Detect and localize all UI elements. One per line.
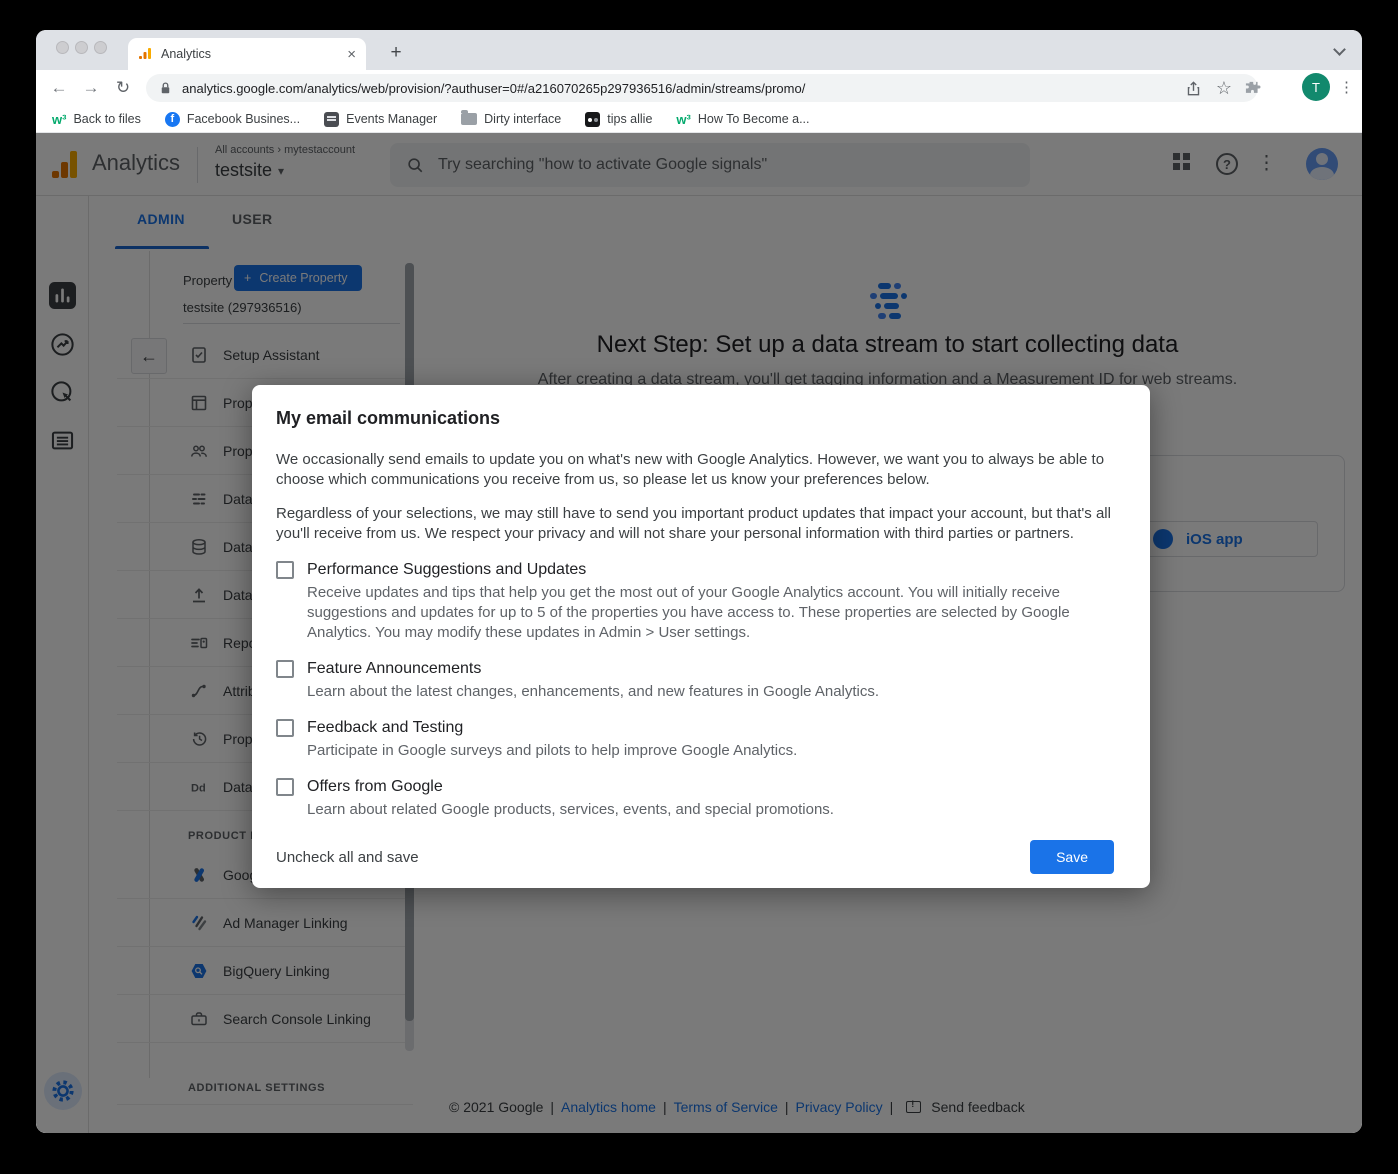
bookmark-tips-allie[interactable]: tips allie bbox=[585, 112, 652, 127]
dialog-intro-2: Regardless of your selections, we may st… bbox=[276, 504, 1114, 544]
facebook-icon: f bbox=[165, 112, 180, 127]
option-description: Learn about the latest changes, enhancem… bbox=[307, 682, 879, 702]
bookmark-dirty-interface[interactable]: Dirty interface bbox=[461, 112, 561, 126]
w3-logo-icon: w³ bbox=[676, 112, 690, 127]
option-label[interactable]: Feature Announcements bbox=[307, 659, 879, 679]
reload-button[interactable]: ↻ bbox=[110, 75, 136, 101]
bookmark-label: Dirty interface bbox=[484, 112, 561, 126]
uncheck-all-and-save-link[interactable]: Uncheck all and save bbox=[276, 849, 419, 866]
events-manager-icon bbox=[324, 112, 339, 127]
bookmark-back-to-files[interactable]: w³ Back to files bbox=[52, 112, 141, 127]
new-tab-button[interactable]: + bbox=[382, 39, 410, 67]
browser-tab-analytics[interactable]: Analytics × bbox=[128, 38, 366, 70]
option-label[interactable]: Performance Suggestions and Updates bbox=[307, 560, 1114, 580]
close-tab-icon[interactable]: × bbox=[347, 46, 356, 63]
browser-window: Analytics × + ← → ↻ analytics.google.com… bbox=[36, 30, 1362, 1133]
dialog-intro-1: We occasionally send emails to update yo… bbox=[276, 450, 1114, 490]
extensions-puzzle-icon[interactable] bbox=[1243, 79, 1262, 98]
bookmark-label: How To Become a... bbox=[698, 112, 810, 126]
folder-icon bbox=[461, 113, 477, 125]
option-label[interactable]: Feedback and Testing bbox=[307, 718, 797, 738]
email-communications-dialog: My email communications We occasionally … bbox=[252, 385, 1150, 888]
chrome-profile-avatar[interactable]: T bbox=[1302, 73, 1330, 101]
bookmark-label: Back to files bbox=[73, 112, 140, 126]
analytics-page: Analytics All accounts › mytestaccount t… bbox=[36, 133, 1362, 1133]
performance-suggestions-checkbox[interactable] bbox=[276, 561, 294, 579]
minimize-window-button[interactable] bbox=[75, 41, 88, 54]
tab-strip: Analytics × + bbox=[36, 30, 1362, 70]
option-description: Learn about related Google products, ser… bbox=[307, 800, 834, 820]
bookmark-star-icon[interactable]: ☆ bbox=[1216, 78, 1232, 99]
bookmark-label: Events Manager bbox=[346, 112, 437, 126]
url-path: /analytics/web/provision/?authuser=0#/a2… bbox=[303, 81, 805, 96]
bookmark-label: tips allie bbox=[607, 112, 652, 126]
tab-title: Analytics bbox=[161, 47, 347, 61]
option-label[interactable]: Offers from Google bbox=[307, 777, 834, 797]
option-feature-announcements: Feature Announcements Learn about the la… bbox=[276, 659, 1114, 702]
feedback-testing-checkbox[interactable] bbox=[276, 719, 294, 737]
lock-icon bbox=[158, 80, 173, 96]
save-button[interactable]: Save bbox=[1030, 840, 1114, 874]
browser-toolbar: ← → ↻ analytics.google.com/analytics/web… bbox=[36, 70, 1362, 106]
dialog-title: My email communications bbox=[276, 408, 1114, 429]
bookmarks-bar: w³ Back to files f Facebook Busines... E… bbox=[36, 106, 1362, 133]
forward-button[interactable]: → bbox=[78, 75, 104, 101]
option-feedback-and-testing: Feedback and Testing Participate in Goog… bbox=[276, 718, 1114, 761]
bookmark-events-manager[interactable]: Events Manager bbox=[324, 112, 437, 127]
chrome-menu-icon[interactable]: ⋮ bbox=[1339, 78, 1354, 96]
tips-allie-icon bbox=[585, 112, 600, 127]
address-bar[interactable]: analytics.google.com/analytics/web/provi… bbox=[146, 74, 1258, 102]
share-icon[interactable] bbox=[1185, 80, 1202, 97]
bookmark-facebook-business[interactable]: f Facebook Busines... bbox=[165, 112, 300, 127]
zoom-window-button[interactable] bbox=[94, 41, 107, 54]
bookmark-how-to-become[interactable]: w³ How To Become a... bbox=[676, 112, 809, 127]
bookmark-label: Facebook Busines... bbox=[187, 112, 300, 126]
option-description: Receive updates and tips that help you g… bbox=[307, 583, 1114, 643]
option-description: Participate in Google surveys and pilots… bbox=[307, 741, 797, 761]
url-domain: analytics.google.com bbox=[182, 81, 303, 96]
option-performance-suggestions: Performance Suggestions and Updates Rece… bbox=[276, 560, 1114, 643]
option-offers-from-google: Offers from Google Learn about related G… bbox=[276, 777, 1114, 820]
close-window-button[interactable] bbox=[56, 41, 69, 54]
w3-logo-icon: w³ bbox=[52, 112, 66, 127]
offers-from-google-checkbox[interactable] bbox=[276, 778, 294, 796]
back-button[interactable]: ← bbox=[46, 75, 72, 101]
tab-search-chevron-icon[interactable] bbox=[1333, 43, 1346, 56]
analytics-favicon-icon bbox=[138, 47, 152, 61]
feature-announcements-checkbox[interactable] bbox=[276, 660, 294, 678]
